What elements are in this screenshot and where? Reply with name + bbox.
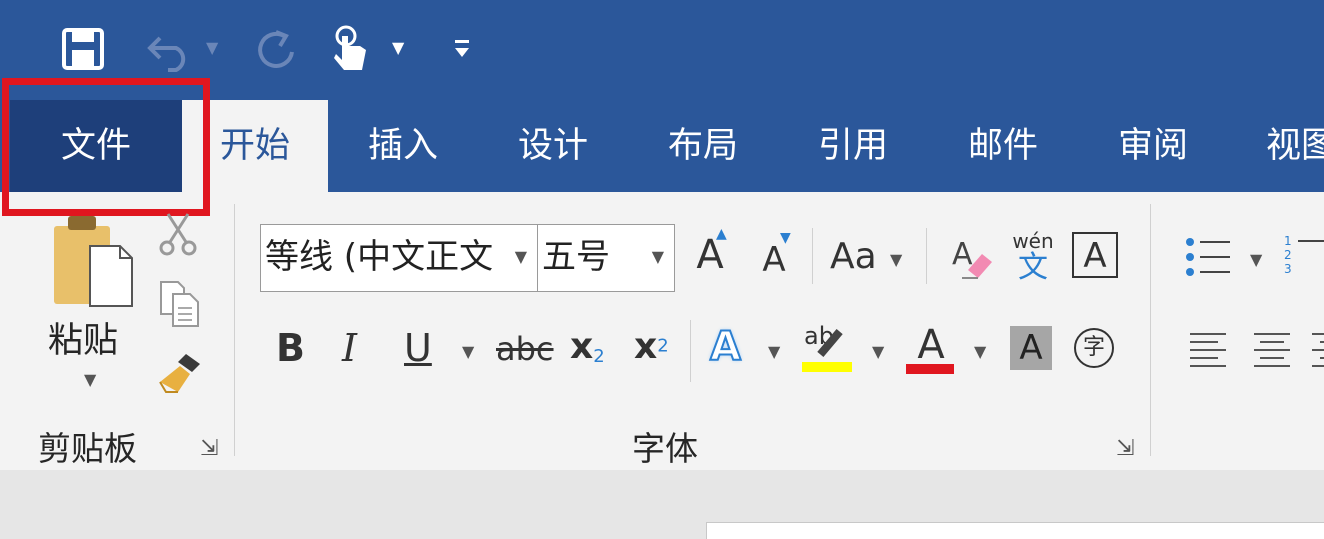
align-left-icon[interactable]: [1188, 330, 1228, 370]
group-separator: [234, 204, 235, 456]
touch-mode-dropdown-icon[interactable]: ▼: [392, 38, 404, 57]
bullets-icon[interactable]: [1184, 236, 1232, 278]
file-tab-highlight-box: [2, 78, 210, 216]
document-page[interactable]: [706, 522, 1324, 539]
customize-toolbar-icon[interactable]: [452, 38, 472, 62]
numbering-button[interactable]: 1 2 3: [1284, 234, 1324, 282]
format-painter-icon[interactable]: [156, 352, 204, 396]
chevron-down-icon[interactable]: ▼: [515, 225, 527, 289]
underline-dropdown-icon[interactable]: ▼: [462, 342, 474, 361]
align-center-icon[interactable]: [1252, 330, 1292, 370]
group-separator: [812, 228, 813, 284]
highlight-color-button[interactable]: ab: [802, 322, 854, 374]
tab-review[interactable]: 审阅: [1090, 100, 1216, 192]
highlight-dropdown-icon[interactable]: ▼: [872, 342, 884, 361]
highlight-color-bar: [802, 362, 852, 372]
subscript-button[interactable]: x2: [570, 326, 605, 367]
font-color-button[interactable]: A: [906, 322, 956, 374]
tab-design[interactable]: 设计: [490, 100, 616, 192]
character-shading-button[interactable]: A: [1010, 326, 1052, 370]
text-effects-button[interactable]: A: [709, 323, 742, 371]
clipboard-group-label: 剪贴板: [38, 429, 137, 468]
font-color-bar: [906, 364, 954, 374]
save-icon[interactable]: [62, 28, 104, 70]
underline-button[interactable]: U: [404, 326, 432, 370]
group-separator: [690, 320, 691, 382]
tab-mailings[interactable]: 邮件: [940, 100, 1066, 192]
strikethrough-button[interactable]: abc: [496, 330, 554, 368]
undo-icon[interactable]: [146, 28, 196, 72]
font-group-label: 字体: [632, 429, 698, 468]
enclose-characters-button[interactable]: 字: [1074, 328, 1114, 368]
grow-font-button[interactable]: A ▲: [688, 226, 732, 282]
change-case-dropdown-icon[interactable]: ▼: [890, 250, 902, 269]
bullets-dropdown-icon[interactable]: ▼: [1250, 250, 1262, 269]
tab-insert[interactable]: 插入: [340, 100, 466, 192]
font-size-value: 五号: [542, 237, 610, 277]
tab-layout[interactable]: 布局: [640, 100, 766, 192]
superscript-button[interactable]: x2: [634, 326, 669, 367]
shrink-font-button[interactable]: A ▼: [752, 230, 796, 286]
paste-dropdown-icon[interactable]: ▼: [84, 370, 96, 389]
group-separator: [926, 228, 927, 284]
clear-formatting-icon[interactable]: A: [950, 234, 994, 282]
bold-button[interactable]: B: [276, 326, 305, 370]
redo-icon[interactable]: [254, 26, 298, 72]
copy-icon[interactable]: [158, 280, 202, 328]
font-name-value: 等线 (中文正文: [265, 237, 494, 277]
numbering-lines-icon: [1298, 240, 1324, 276]
change-case-button[interactable]: Aa: [830, 236, 877, 277]
grow-arrow-icon: ▲: [716, 226, 727, 242]
phonetic-guide-button[interactable]: wén 文: [1008, 230, 1058, 286]
group-separator: [1150, 204, 1151, 456]
tab-references[interactable]: 引用: [790, 100, 916, 192]
clipboard-dialog-launcher-icon[interactable]: ⇲: [200, 436, 218, 461]
text-effects-dropdown-icon[interactable]: ▼: [768, 342, 780, 361]
chevron-down-icon[interactable]: ▼: [652, 225, 664, 289]
touch-mode-icon[interactable]: [330, 24, 370, 72]
svg-text:A: A: [952, 237, 973, 272]
shrink-arrow-icon: ▼: [780, 230, 791, 246]
align-right-icon[interactable]: [1310, 330, 1324, 370]
undo-dropdown-icon[interactable]: ▼: [206, 38, 218, 57]
font-color-dropdown-icon[interactable]: ▼: [974, 342, 986, 361]
font-dialog-launcher-icon[interactable]: ⇲: [1116, 436, 1134, 461]
character-border-button[interactable]: A: [1072, 232, 1118, 278]
paste-icon[interactable]: [50, 214, 136, 308]
font-size-combo[interactable]: 五号 ▼: [537, 224, 675, 292]
paste-label[interactable]: 粘贴: [48, 312, 118, 363]
cut-icon[interactable]: [158, 212, 198, 256]
italic-button[interactable]: I: [342, 326, 357, 370]
font-name-combo[interactable]: 等线 (中文正文 ▼: [260, 224, 538, 292]
tab-view[interactable]: 视图: [1250, 100, 1324, 192]
